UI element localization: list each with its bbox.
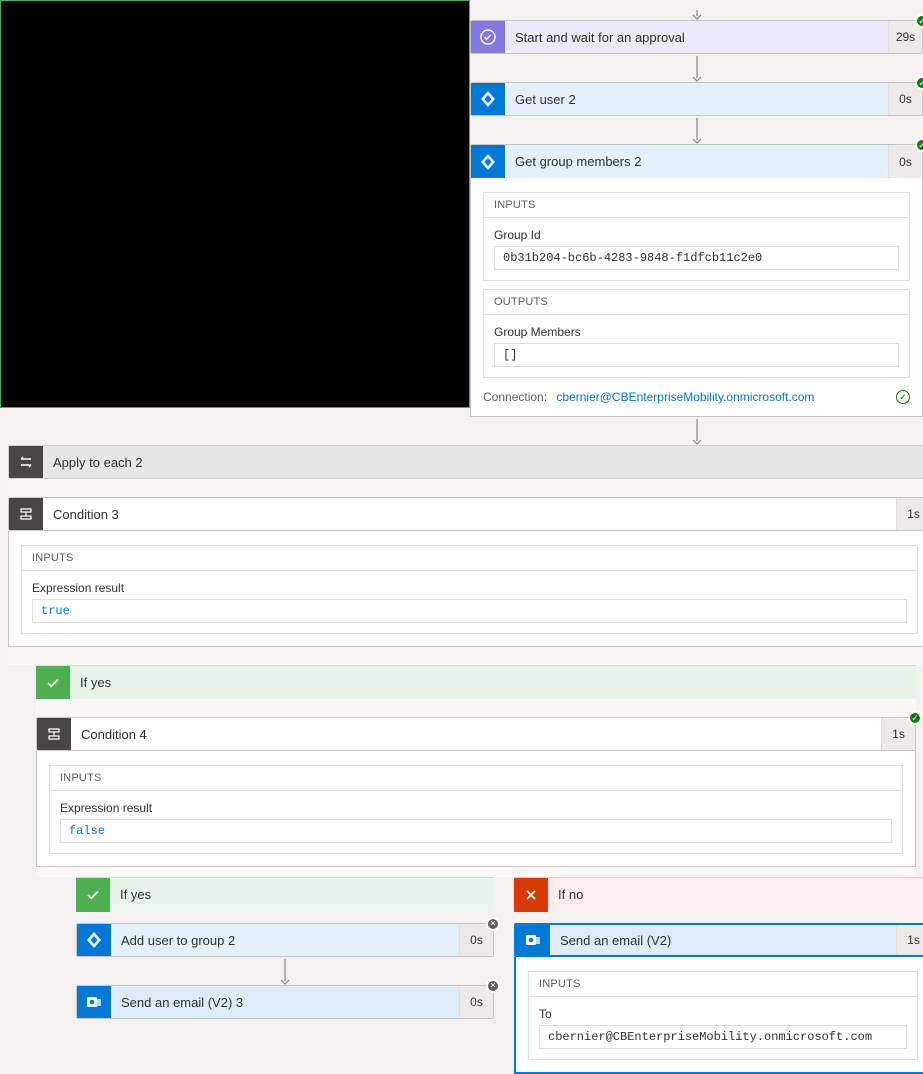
inputs-header: INPUTS	[529, 972, 917, 997]
expression-result-value[interactable]: true	[32, 599, 907, 623]
branch-title: If yes	[70, 666, 916, 699]
status-success-icon	[908, 711, 922, 725]
step-body: INPUTS To cbernier@CBEnterpriseMobility.…	[514, 957, 923, 1074]
group-members-label: Group Members	[494, 325, 899, 339]
step-body: INPUTS Group Id 0b31b204-bc6b-4283-9848-…	[470, 178, 923, 417]
outlook-icon	[516, 923, 550, 957]
inputs-header: INPUTS	[22, 546, 917, 571]
step-title: Send an email (V2)	[550, 933, 896, 948]
branch-if-yes[interactable]: If yes	[36, 665, 916, 699]
branch-title: If no	[548, 878, 923, 911]
expression-result-label: Expression result	[60, 801, 892, 815]
to-value[interactable]: cbernier@CBEnterpriseMobility.onmicrosof…	[539, 1025, 907, 1049]
inputs-header: INPUTS	[484, 193, 909, 218]
step-title: Condition 3	[43, 507, 896, 522]
step-send-email-v2-3[interactable]: Send an email (V2) 3 0s	[76, 985, 494, 1019]
step-title: Send an email (V2) 3	[111, 995, 459, 1010]
group-id-label: Group Id	[494, 228, 899, 242]
inputs-card: INPUTS Expression result false	[49, 765, 903, 854]
arrow-icon	[278, 957, 292, 985]
step-title: Start and wait for an approval	[505, 30, 888, 45]
step-title: Get user 2	[505, 92, 888, 107]
branch-if-no[interactable]: If no	[514, 877, 923, 911]
connection-row: Connection: cbernier@CBEnterpriseMobilit…	[483, 386, 910, 404]
arrow-icon	[690, 417, 704, 445]
inputs-card: INPUTS Expression result true	[21, 545, 918, 634]
outputs-header: OUTPUTS	[484, 290, 909, 315]
inputs-card: INPUTS To cbernier@CBEnterpriseMobility.…	[528, 971, 918, 1060]
step-apply-to-each-2[interactable]: Apply to each 2	[8, 445, 923, 479]
connection-ok-icon: ✓	[896, 390, 910, 404]
arrow-icon	[690, 116, 704, 144]
arrow-icon	[690, 0, 704, 20]
arrow-icon	[690, 54, 704, 82]
step-condition-3[interactable]: Condition 3 1s	[8, 497, 923, 531]
step-get-user-2[interactable]: Get user 2 0s	[470, 82, 923, 116]
branch-title: If yes	[110, 878, 494, 911]
inputs-header: INPUTS	[50, 766, 902, 791]
step-condition-4[interactable]: Condition 4 1s	[36, 717, 916, 751]
step-title: Add user to group 2	[111, 933, 459, 948]
step-body: INPUTS Expression result true	[8, 531, 923, 647]
expression-result-value[interactable]: false	[60, 819, 892, 843]
step-duration: 1s	[896, 923, 923, 957]
aad-icon	[471, 82, 505, 116]
step-title: Apply to each 2	[43, 455, 923, 470]
condition-icon	[37, 717, 71, 751]
to-label: To	[539, 1007, 907, 1021]
step-send-email-v2[interactable]: Send an email (V2) 1s	[514, 923, 923, 957]
check-icon	[36, 666, 70, 700]
group-members-value[interactable]: []	[494, 343, 899, 367]
outlook-icon	[77, 985, 111, 1019]
status-success-icon	[915, 76, 923, 90]
step-title: Get group members 2	[505, 154, 888, 169]
aad-icon	[471, 145, 505, 179]
step-title: Condition 4	[71, 727, 881, 742]
step-duration: 1s	[896, 497, 923, 531]
branch-if-yes-inner[interactable]: If yes	[76, 877, 494, 911]
left-black-panel	[0, 0, 470, 408]
aad-icon	[77, 923, 111, 957]
status-skipped-icon	[486, 979, 500, 993]
step-body: INPUTS Expression result false	[36, 751, 916, 867]
status-success-icon	[915, 138, 923, 152]
connection-link[interactable]: cbernier@CBEnterpriseMobility.onmicrosof…	[556, 390, 814, 404]
check-icon	[76, 878, 110, 912]
expression-result-label: Expression result	[32, 581, 907, 595]
step-add-user-to-group-2[interactable]: Add user to group 2 0s	[76, 923, 494, 957]
connection-label: Connection:	[483, 390, 547, 404]
approval-icon	[471, 20, 505, 54]
condition-icon	[9, 497, 43, 531]
loop-icon	[9, 445, 43, 479]
step-start-wait-approval[interactable]: Start and wait for an approval 29s	[470, 20, 923, 54]
status-success-icon	[915, 14, 923, 28]
step-get-group-members-2[interactable]: Get group members 2 0s	[470, 144, 923, 178]
status-skipped-icon	[486, 917, 500, 931]
cross-icon	[514, 878, 548, 912]
inputs-card: INPUTS Group Id 0b31b204-bc6b-4283-9848-…	[483, 192, 910, 281]
group-id-value[interactable]: 0b31b204-bc6b-4283-9848-f1dfcb11c2e0	[494, 246, 899, 270]
outputs-card: OUTPUTS Group Members []	[483, 289, 910, 378]
